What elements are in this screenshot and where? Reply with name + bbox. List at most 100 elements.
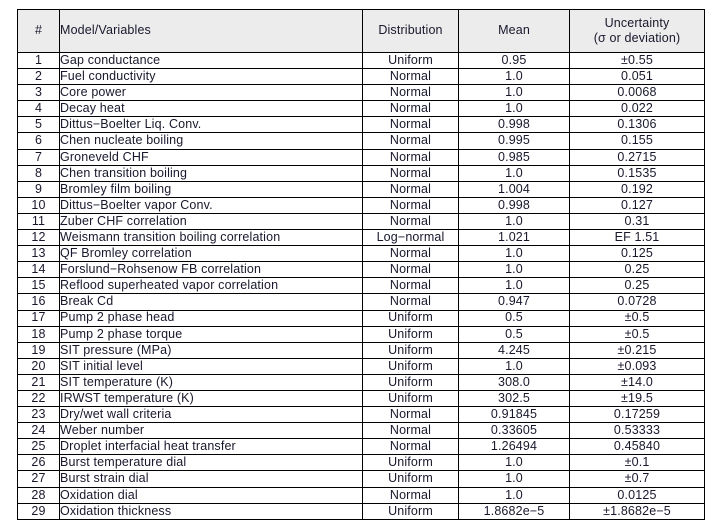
cell-mean: 0.985 (458, 148, 570, 166)
cell-mean: 0.947 (458, 293, 570, 311)
cell-mean: 1.0 (458, 357, 570, 375)
cell-uncertainty: 0.127 (569, 196, 705, 214)
table-row: 3 Core power Normal 1.0 0.0068 (17, 84, 705, 102)
cell-model: Burst strain dial (59, 470, 363, 488)
cell-number: 7 (17, 148, 60, 166)
cell-mean: 0.998 (458, 196, 570, 214)
cell-uncertainty: 0.53333 (569, 422, 705, 440)
cell-number: 18 (17, 325, 60, 343)
cell-number: 26 (17, 454, 60, 472)
table-row: 16 Break Cd Normal 0.947 0.0728 (17, 293, 705, 311)
table-row: 25 Droplet interfacial heat transfer Norma… (17, 438, 705, 456)
cell-distribution: Normal (362, 261, 459, 279)
table-row: 10 Dittus−Boelter vapor Conv. Normal 0.998 0… (17, 196, 705, 214)
cell-uncertainty: 0.0125 (569, 486, 705, 504)
cell-model: Dry/wet wall criteria (59, 406, 363, 424)
table-row: 8 Chen transition boiling Normal 1.0 0.1535 (17, 164, 705, 182)
cell-uncertainty: 0.45840 (569, 438, 705, 456)
cell-distribution: Normal (362, 486, 459, 504)
cell-distribution: Normal (362, 245, 459, 263)
cell-model: Core power (59, 84, 363, 102)
cell-model: Bromley film boiling (59, 180, 363, 198)
cell-distribution: Normal (362, 84, 459, 102)
cell-number: 28 (17, 486, 60, 504)
cell-number: 6 (17, 132, 60, 150)
table-row: 4 Decay heat Normal 1.0 0.022 (17, 100, 705, 118)
table-row: 2 Fuel conductivity Normal 1.0 0.051 (17, 68, 705, 86)
cell-number: 15 (17, 277, 60, 295)
cell-distribution: Normal (362, 196, 459, 214)
cell-model: Reflood superheated vapor correlation (59, 277, 363, 295)
cell-model: SIT initial level (59, 357, 363, 375)
cell-model: Gap conductance (59, 51, 363, 70)
cell-uncertainty: ±0.093 (569, 357, 705, 375)
cell-number: 19 (17, 341, 60, 359)
cell-distribution: Normal (362, 132, 459, 150)
table-row: 28 Oxidation dial Normal 1.0 0.0125 (17, 486, 705, 504)
cell-mean: 4.245 (458, 341, 570, 359)
cell-distribution: Normal (362, 277, 459, 295)
uncertainty-parameters-table: # Model/Variables Distribution Mean Unce… (17, 9, 705, 520)
cell-uncertainty: 0.17259 (569, 406, 705, 424)
cell-model: Dittus−Boelter vapor Conv. (59, 196, 363, 214)
cell-mean: 0.995 (458, 132, 570, 150)
cell-number: 21 (17, 373, 60, 391)
cell-distribution: Normal (362, 438, 459, 456)
cell-uncertainty: 0.31 (569, 212, 705, 231)
cell-model: Groneveld CHF (59, 148, 363, 166)
table-header-row: # Model/Variables Distribution Mean Unce… (17, 9, 705, 53)
table-row: 15 Reflood superheated vapor correlation N… (17, 277, 705, 295)
cell-number: 5 (17, 116, 60, 134)
cell-uncertainty: ±0.55 (569, 51, 705, 70)
cell-distribution: Uniform (362, 341, 459, 359)
cell-mean: 1.26494 (458, 438, 570, 456)
cell-uncertainty: 0.0728 (569, 293, 705, 311)
cell-number: 24 (17, 422, 60, 440)
cell-model: Chen nucleate boiling (59, 132, 363, 150)
cell-model: Oxidation dial (59, 486, 363, 504)
cell-distribution: Normal (362, 293, 459, 311)
cell-model: IRWST temperature (K) (59, 389, 363, 408)
cell-number: 16 (17, 293, 60, 311)
cell-mean: 0.95 (458, 51, 570, 70)
cell-number: 2 (17, 68, 60, 86)
cell-mean: 1.0 (458, 486, 570, 504)
cell-number: 17 (17, 309, 60, 327)
cell-number: 14 (17, 261, 60, 279)
cell-uncertainty: 0.022 (569, 100, 705, 118)
cell-uncertainty: 0.051 (569, 68, 705, 86)
cell-distribution: Uniform (362, 502, 459, 520)
cell-uncertainty: EF 1.51 (569, 229, 705, 247)
table-row: 5 Dittus−Boelter Liq. Conv. Normal 0.998 0.1… (17, 116, 705, 134)
table-row: 11 Zuber CHF correlation Normal 1.0 0.31 (17, 212, 705, 231)
column-header-uncertainty-line1: Uncertainty (604, 15, 670, 30)
cell-mean: 1.0 (458, 212, 570, 231)
cell-model: Weismann transition boiling correlation (59, 229, 363, 247)
table-body: 1 Gap conductance Uniform 0.95 ±0.55 2 Fuel co… (17, 51, 705, 520)
cell-mean: 1.0 (458, 164, 570, 182)
cell-distribution: Uniform (362, 357, 459, 375)
cell-uncertainty: ±14.0 (569, 373, 705, 391)
cell-uncertainty: ±19.5 (569, 389, 705, 408)
table-row: 21 SIT temperature (K) Uniform 308.0 ±14.0 (17, 373, 705, 391)
cell-model: QF Bromley correlation (59, 245, 363, 263)
cell-mean: 0.5 (458, 325, 570, 343)
cell-number: 23 (17, 406, 60, 424)
cell-mean: 1.0 (458, 68, 570, 86)
table-row: 13 QF Bromley correlation Normal 1.0 0.125 (17, 245, 705, 263)
cell-number: 25 (17, 438, 60, 456)
cell-uncertainty: 0.2715 (569, 148, 705, 166)
table-row: 29 Oxidation thickness Uniform 1.8682e−5 ±1.… (17, 502, 705, 520)
cell-model: Pump 2 phase torque (59, 325, 363, 343)
cell-model: Forslund−Rohsenow FB correlation (59, 261, 363, 279)
cell-uncertainty: 0.1535 (569, 164, 705, 182)
cell-distribution: Normal (362, 422, 459, 440)
cell-uncertainty: 0.125 (569, 245, 705, 263)
cell-distribution: Normal (362, 406, 459, 424)
cell-uncertainty: 0.155 (569, 132, 705, 150)
cell-mean: 1.004 (458, 180, 570, 198)
table-row: 23 Dry/wet wall criteria Normal 0.91845 0.17… (17, 406, 705, 424)
cell-mean: 0.998 (458, 116, 570, 134)
table-row: 26 Burst temperature dial Uniform 1.0 ±0.1 (17, 454, 705, 472)
cell-model: Weber number (59, 422, 363, 440)
